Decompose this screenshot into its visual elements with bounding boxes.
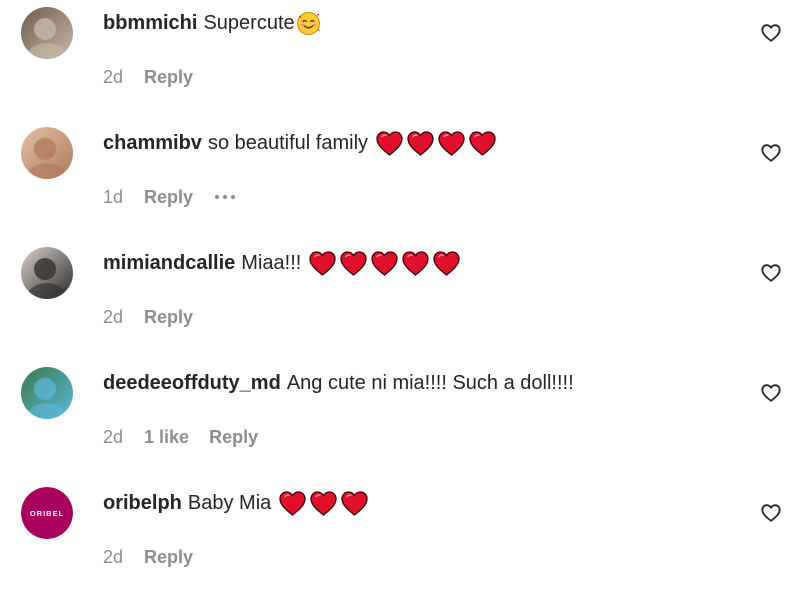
comment-text: Supercute <box>203 12 295 34</box>
comment-timestamp[interactable]: 2d <box>103 66 123 88</box>
avatar-logo-text: ORIBEL <box>30 509 64 518</box>
avatar[interactable] <box>21 367 73 419</box>
comment-text: Baby Mia <box>187 492 272 514</box>
more-dot <box>231 195 236 199</box>
red-heart-emoji-icon <box>433 250 460 276</box>
comment-username[interactable]: chammibv <box>103 130 202 156</box>
comment-meta: 2d Reply <box>103 66 193 88</box>
red-heart-emoji-icon <box>438 130 465 156</box>
red-heart-emoji-icon <box>469 130 496 156</box>
heart-outline-icon[interactable] <box>760 382 782 404</box>
heart-outline-icon[interactable] <box>760 22 782 44</box>
comment-timestamp[interactable]: 2d <box>103 426 123 448</box>
comment-like-count[interactable]: 1 like <box>144 426 189 448</box>
comment-item: mimiandcallie Miaa!!! 2d Reply <box>0 240 800 360</box>
comment-body: bbmmichi Supercute <box>103 10 321 36</box>
red-heart-emoji-icon <box>371 250 398 276</box>
comment-meta: 2d 1 like Reply <box>103 426 258 448</box>
reply-button[interactable]: Reply <box>209 426 258 448</box>
red-heart-emoji-icon <box>407 130 434 156</box>
comment-body: deedeeoffduty_md Ang cute ni mia!!!! Suc… <box>103 370 574 396</box>
red-heart-emoji-icon <box>376 130 403 156</box>
heart-outline-icon[interactable] <box>760 142 782 164</box>
smiling-face-with-hearts-emoji-icon <box>296 11 321 36</box>
comment-item: bbmmichi Supercute 2d Reply <box>0 0 800 120</box>
avatar[interactable]: ORIBEL <box>21 487 73 539</box>
comment-body: mimiandcallie Miaa!!! <box>103 250 460 276</box>
comment-meta: 2d Reply <box>103 306 193 328</box>
heart-outline-icon[interactable] <box>760 262 782 284</box>
red-heart-emoji-icon <box>340 250 367 276</box>
comment-body: oribelph Baby Mia <box>103 490 368 516</box>
more-dot <box>223 195 228 199</box>
comment-timestamp[interactable]: 2d <box>103 306 123 328</box>
reply-button[interactable]: Reply <box>144 546 193 568</box>
reply-button[interactable]: Reply <box>144 306 193 328</box>
comment-timestamp[interactable]: 2d <box>103 546 123 568</box>
heart-emojis <box>376 130 496 156</box>
comment-text: Miaa!!! <box>241 252 302 274</box>
reply-button[interactable]: Reply <box>144 66 193 88</box>
comment-text: Ang cute ni mia!!!! Such a doll!!!! <box>286 372 574 394</box>
red-heart-emoji-icon <box>279 490 306 516</box>
comment-item: deedeeoffduty_md Ang cute ni mia!!!! Suc… <box>0 360 800 480</box>
red-heart-emoji-icon <box>309 250 336 276</box>
comment-meta: 1d Reply <box>103 186 236 208</box>
comment-username[interactable]: oribelph <box>103 490 182 516</box>
red-heart-emoji-icon <box>310 490 337 516</box>
more-dot <box>215 195 220 199</box>
avatar[interactable] <box>21 7 73 59</box>
avatar[interactable] <box>21 247 73 299</box>
comment-username[interactable]: bbmmichi <box>103 10 197 36</box>
comment-username[interactable]: mimiandcallie <box>103 250 235 276</box>
heart-emojis <box>279 490 368 516</box>
comment-timestamp[interactable]: 1d <box>103 186 123 208</box>
heart-emojis <box>309 250 460 276</box>
comment-meta: 2d Reply <box>103 546 193 568</box>
heart-outline-icon[interactable] <box>760 502 782 524</box>
comment-item: chammibv so beautiful family 1d Reply <box>0 120 800 240</box>
comment-text: so beautiful family <box>207 132 369 154</box>
comment-item: ORIBEL oribelph Baby Mia 2d Reply <box>0 480 800 600</box>
red-heart-emoji-icon <box>341 490 368 516</box>
avatar[interactable] <box>21 127 73 179</box>
more-options-icon[interactable] <box>215 195 236 199</box>
comment-body: chammibv so beautiful family <box>103 130 496 156</box>
comment-username[interactable]: deedeeoffduty_md <box>103 370 281 396</box>
reply-button[interactable]: Reply <box>144 186 193 208</box>
red-heart-emoji-icon <box>402 250 429 276</box>
